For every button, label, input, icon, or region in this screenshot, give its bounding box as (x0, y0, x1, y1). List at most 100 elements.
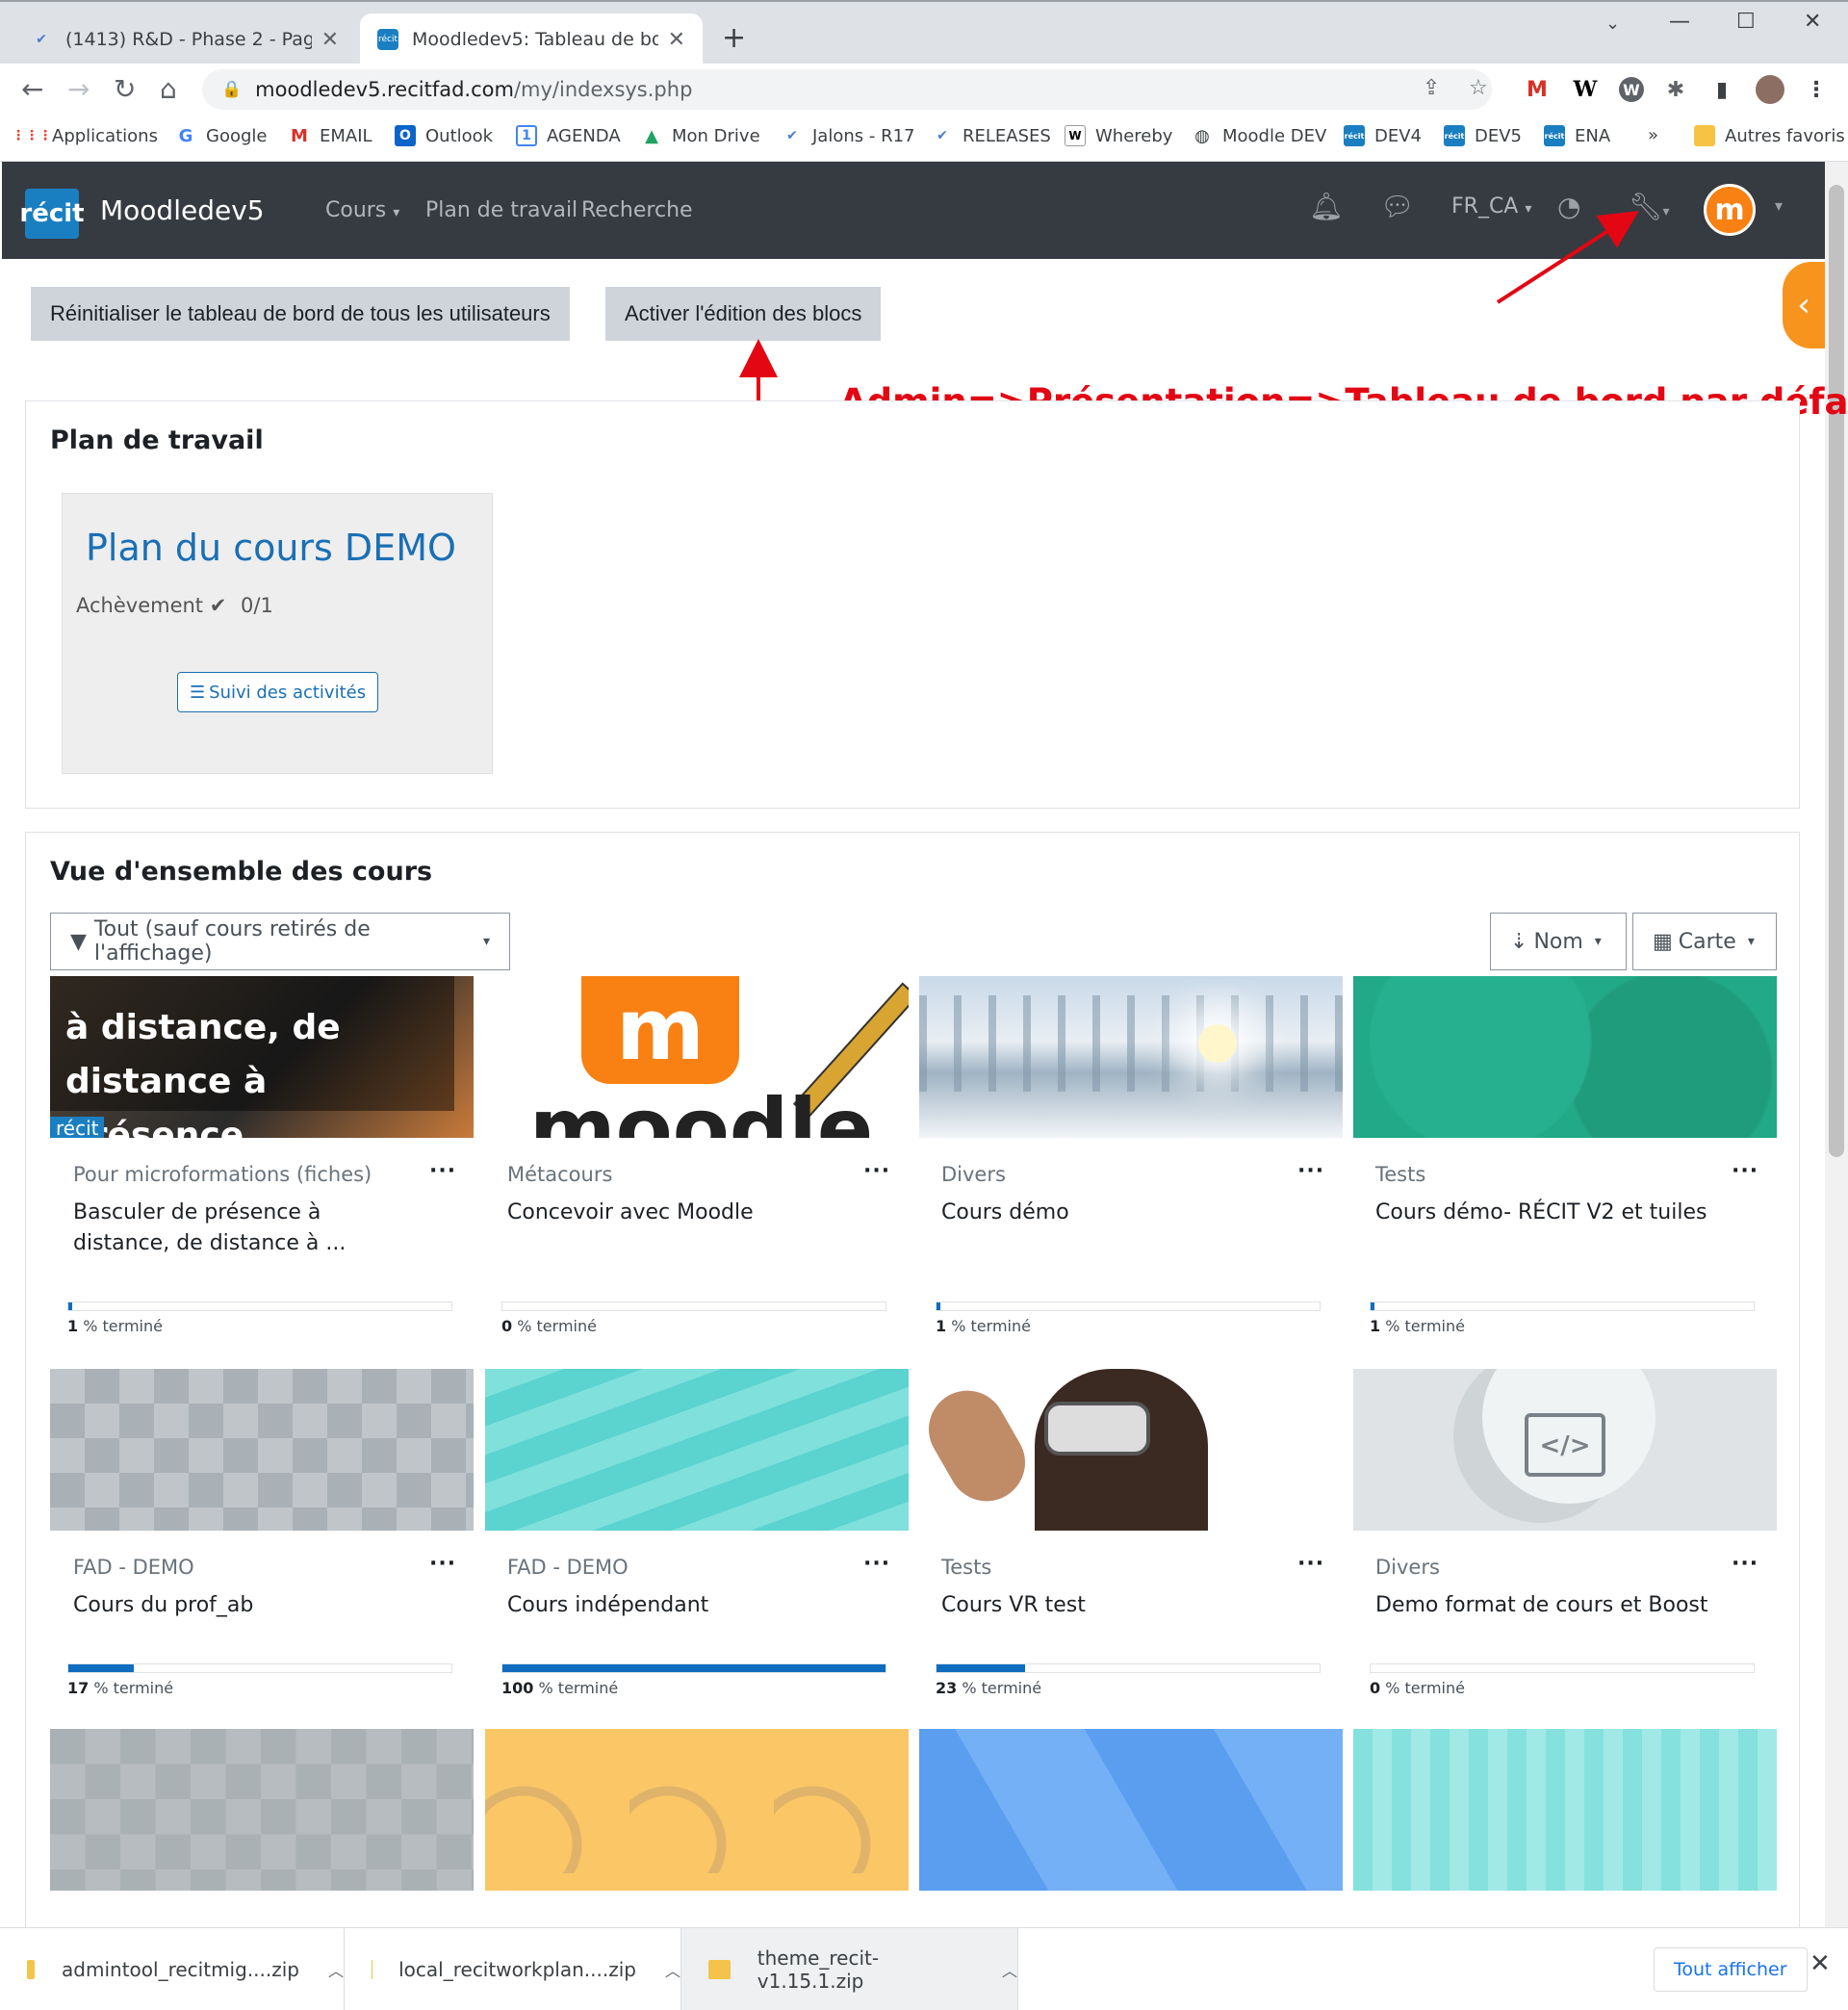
bookmark-whereby[interactable]: W Whereby (1065, 125, 1172, 146)
menu-icon[interactable]: ⋮ (1804, 77, 1829, 102)
bookmark-google[interactable]: G Google (175, 125, 268, 146)
close-window-icon[interactable]: ✕ (1804, 10, 1821, 34)
progress-value: 23 (936, 1679, 958, 1697)
bookmark-agenda[interactable]: 1 AGENDA (516, 125, 621, 146)
back-icon[interactable]: ← (21, 73, 43, 105)
wordpress-icon[interactable]: W (1619, 77, 1644, 102)
scrollbar-thumb[interactable] (1829, 185, 1844, 1157)
course-image[interactable] (485, 1729, 909, 1891)
bookmark-dev5[interactable]: récit DEV5 (1444, 125, 1522, 146)
close-tab-icon[interactable]: ✕ (321, 28, 339, 52)
close-downloads-icon[interactable]: ✕ (1810, 1949, 1831, 1978)
course-image[interactable] (485, 1369, 909, 1531)
course-image[interactable] (919, 1729, 1343, 1891)
dashboard-gauge-icon[interactable]: ◔ (1557, 191, 1580, 222)
activity-tracking-button[interactable]: ☰ Suivi des activités (177, 672, 379, 712)
course-menu-button[interactable]: ··· (863, 1159, 890, 1183)
caret-up-icon[interactable]: ︿ (1002, 1958, 1017, 1981)
course-view-dropdown[interactable]: ▦ Carte ▾ (1632, 913, 1777, 970)
reset-dashboard-button[interactable]: Réinitialiser le tableau de bord de tous… (31, 287, 570, 341)
forward-icon[interactable]: → (67, 73, 90, 105)
course-image[interactable] (50, 1369, 474, 1531)
bookmark-outlook[interactable]: O Outlook (395, 125, 493, 146)
course-name-link[interactable]: Cours démo- RÉCIT V2 et tuiles (1375, 1198, 1722, 1228)
progress-text: 0 % terminé (1370, 1679, 1465, 1697)
course-menu-button[interactable]: ··· (1297, 1552, 1324, 1576)
maximize-icon[interactable]: ☐ (1736, 10, 1756, 34)
minimize-icon[interactable]: — (1669, 10, 1690, 34)
wrench-icon[interactable]: 🔧︎▾ (1629, 191, 1670, 222)
course-image[interactable]: </> (1353, 1369, 1777, 1531)
bookmark-releases[interactable]: ✔ RELEASES (932, 125, 1051, 146)
course-name-link[interactable]: Cours du prof_ab (73, 1590, 420, 1621)
caret-up-icon[interactable]: ︿ (665, 1958, 680, 1981)
bookmark-moodle-dev[interactable]: ◍ Moodle DEV (1192, 125, 1326, 146)
course-image[interactable] (1353, 976, 1777, 1138)
bookmarks-overflow[interactable]: » (1648, 125, 1658, 145)
course-menu-button[interactable]: ··· (1732, 1159, 1758, 1183)
bookmark-star-icon[interactable]: ☆ (1469, 76, 1488, 100)
course-image[interactable] (1353, 1729, 1777, 1891)
course-name-link[interactable]: Concevoir avec Moodle (507, 1198, 854, 1228)
download-item[interactable]: theme_recit-v1.15.1.zip ︿ (681, 1928, 1018, 2010)
nav-link-plan-de-travail[interactable]: Plan de travail (425, 198, 578, 222)
course-name-link[interactable]: Cours indépendant (507, 1590, 854, 1621)
reload-icon[interactable]: ↻ (114, 73, 136, 105)
course-image[interactable] (50, 1729, 474, 1891)
close-tab-icon[interactable]: ✕ (668, 28, 685, 52)
bookmark-other[interactable]: Autres favoris (1694, 125, 1845, 146)
course-menu-button[interactable]: ··· (429, 1159, 456, 1183)
workplan-card-title[interactable]: Plan du cours DEMO (86, 527, 456, 569)
browser-tab-active[interactable]: récit Moodledev5: Tableau de bord (Ta ✕ (360, 13, 703, 65)
download-item[interactable]: local_recitworkplan....zip ︿ (345, 1928, 681, 2010)
show-all-downloads-button[interactable]: Tout afficher (1654, 1947, 1808, 1992)
course-menu-button[interactable]: ··· (1732, 1552, 1758, 1576)
course-image[interactable] (919, 976, 1343, 1138)
progress-fill (68, 1302, 72, 1310)
course-menu-button[interactable]: ··· (1297, 1159, 1324, 1183)
home-icon[interactable]: ⌂ (160, 73, 177, 105)
course-menu-button[interactable]: ··· (863, 1552, 890, 1576)
side-panel-icon[interactable]: ▮ (1709, 77, 1734, 102)
course-menu-button[interactable]: ··· (429, 1552, 456, 1576)
course-name-link[interactable]: Demo format de cours et Boost (1375, 1590, 1722, 1621)
course-filter-dropdown[interactable]: ▼ Tout (sauf cours retirés de l'affichag… (50, 913, 510, 970)
course-progress-bar (1370, 1663, 1755, 1673)
new-tab-button[interactable]: + (722, 21, 746, 55)
course-image[interactable] (919, 1369, 1343, 1531)
bookmark-jalons[interactable]: ✔ Jalons - R17 (782, 125, 914, 146)
wikipedia-icon[interactable]: W (1573, 77, 1598, 102)
extensions-icon[interactable]: ✱ (1663, 77, 1688, 102)
tab-search-icon[interactable]: ⌄ (1605, 13, 1620, 34)
course-image[interactable]: m moodle (485, 976, 909, 1138)
site-logo[interactable]: récit (19, 189, 85, 239)
course-name-link[interactable]: Basculer de présence à distance, de dist… (73, 1198, 420, 1259)
profile-avatar[interactable] (1756, 75, 1784, 104)
download-item[interactable]: admintool_recitmig....zip ︿ (0, 1928, 345, 2010)
course-sort-dropdown[interactable]: ⇣ Nom ▾ (1490, 913, 1627, 970)
bookmark-email[interactable]: M EMAIL (289, 125, 372, 146)
user-avatar[interactable]: m (1704, 184, 1756, 236)
course-name-link[interactable]: Cours VR test (941, 1590, 1288, 1621)
language-menu[interactable]: FR_CA ▾ (1451, 194, 1531, 219)
site-name[interactable]: Moodledev5 (100, 194, 265, 226)
course-image[interactable]: à distance, de distance à présence récit (50, 976, 474, 1138)
share-icon[interactable]: ⇪ (1423, 76, 1440, 100)
bookmark-ena[interactable]: récit ENA (1544, 125, 1610, 146)
address-bar[interactable]: 🔒 moodledev5.recitfad.com /my/indexsys.p… (202, 69, 1492, 110)
block-drawer-toggle[interactable]: ‹ (1783, 262, 1825, 348)
page-scrollbar[interactable] (1825, 162, 1848, 1927)
caret-up-icon[interactable]: ︿ (328, 1958, 344, 1981)
browser-tab-inactive[interactable]: ✔ (1413) R&D - Phase 2 - Pages ✕ (13, 13, 356, 65)
bookmark-dev4[interactable]: récit DEV4 (1344, 125, 1422, 146)
bookmark-mon-drive[interactable]: ▲ Mon Drive (641, 125, 760, 146)
nav-link-recherche[interactable]: Recherche (581, 198, 693, 222)
bookmark-applications[interactable]: ⋮⋮⋮ Applications (12, 125, 158, 146)
course-name-link[interactable]: Cours démo (941, 1198, 1288, 1228)
chat-bubble-icon[interactable]: 💬︎ (1380, 191, 1415, 222)
enable-block-editing-button[interactable]: Activer l'édition des blocs (605, 287, 882, 341)
gmail-icon[interactable]: M (1525, 77, 1550, 102)
bell-icon[interactable]: 🔔︎ (1309, 191, 1344, 222)
nav-link-cours[interactable]: Cours ▾ (325, 198, 399, 222)
user-menu-caret-icon[interactable]: ▾ (1775, 196, 1783, 215)
